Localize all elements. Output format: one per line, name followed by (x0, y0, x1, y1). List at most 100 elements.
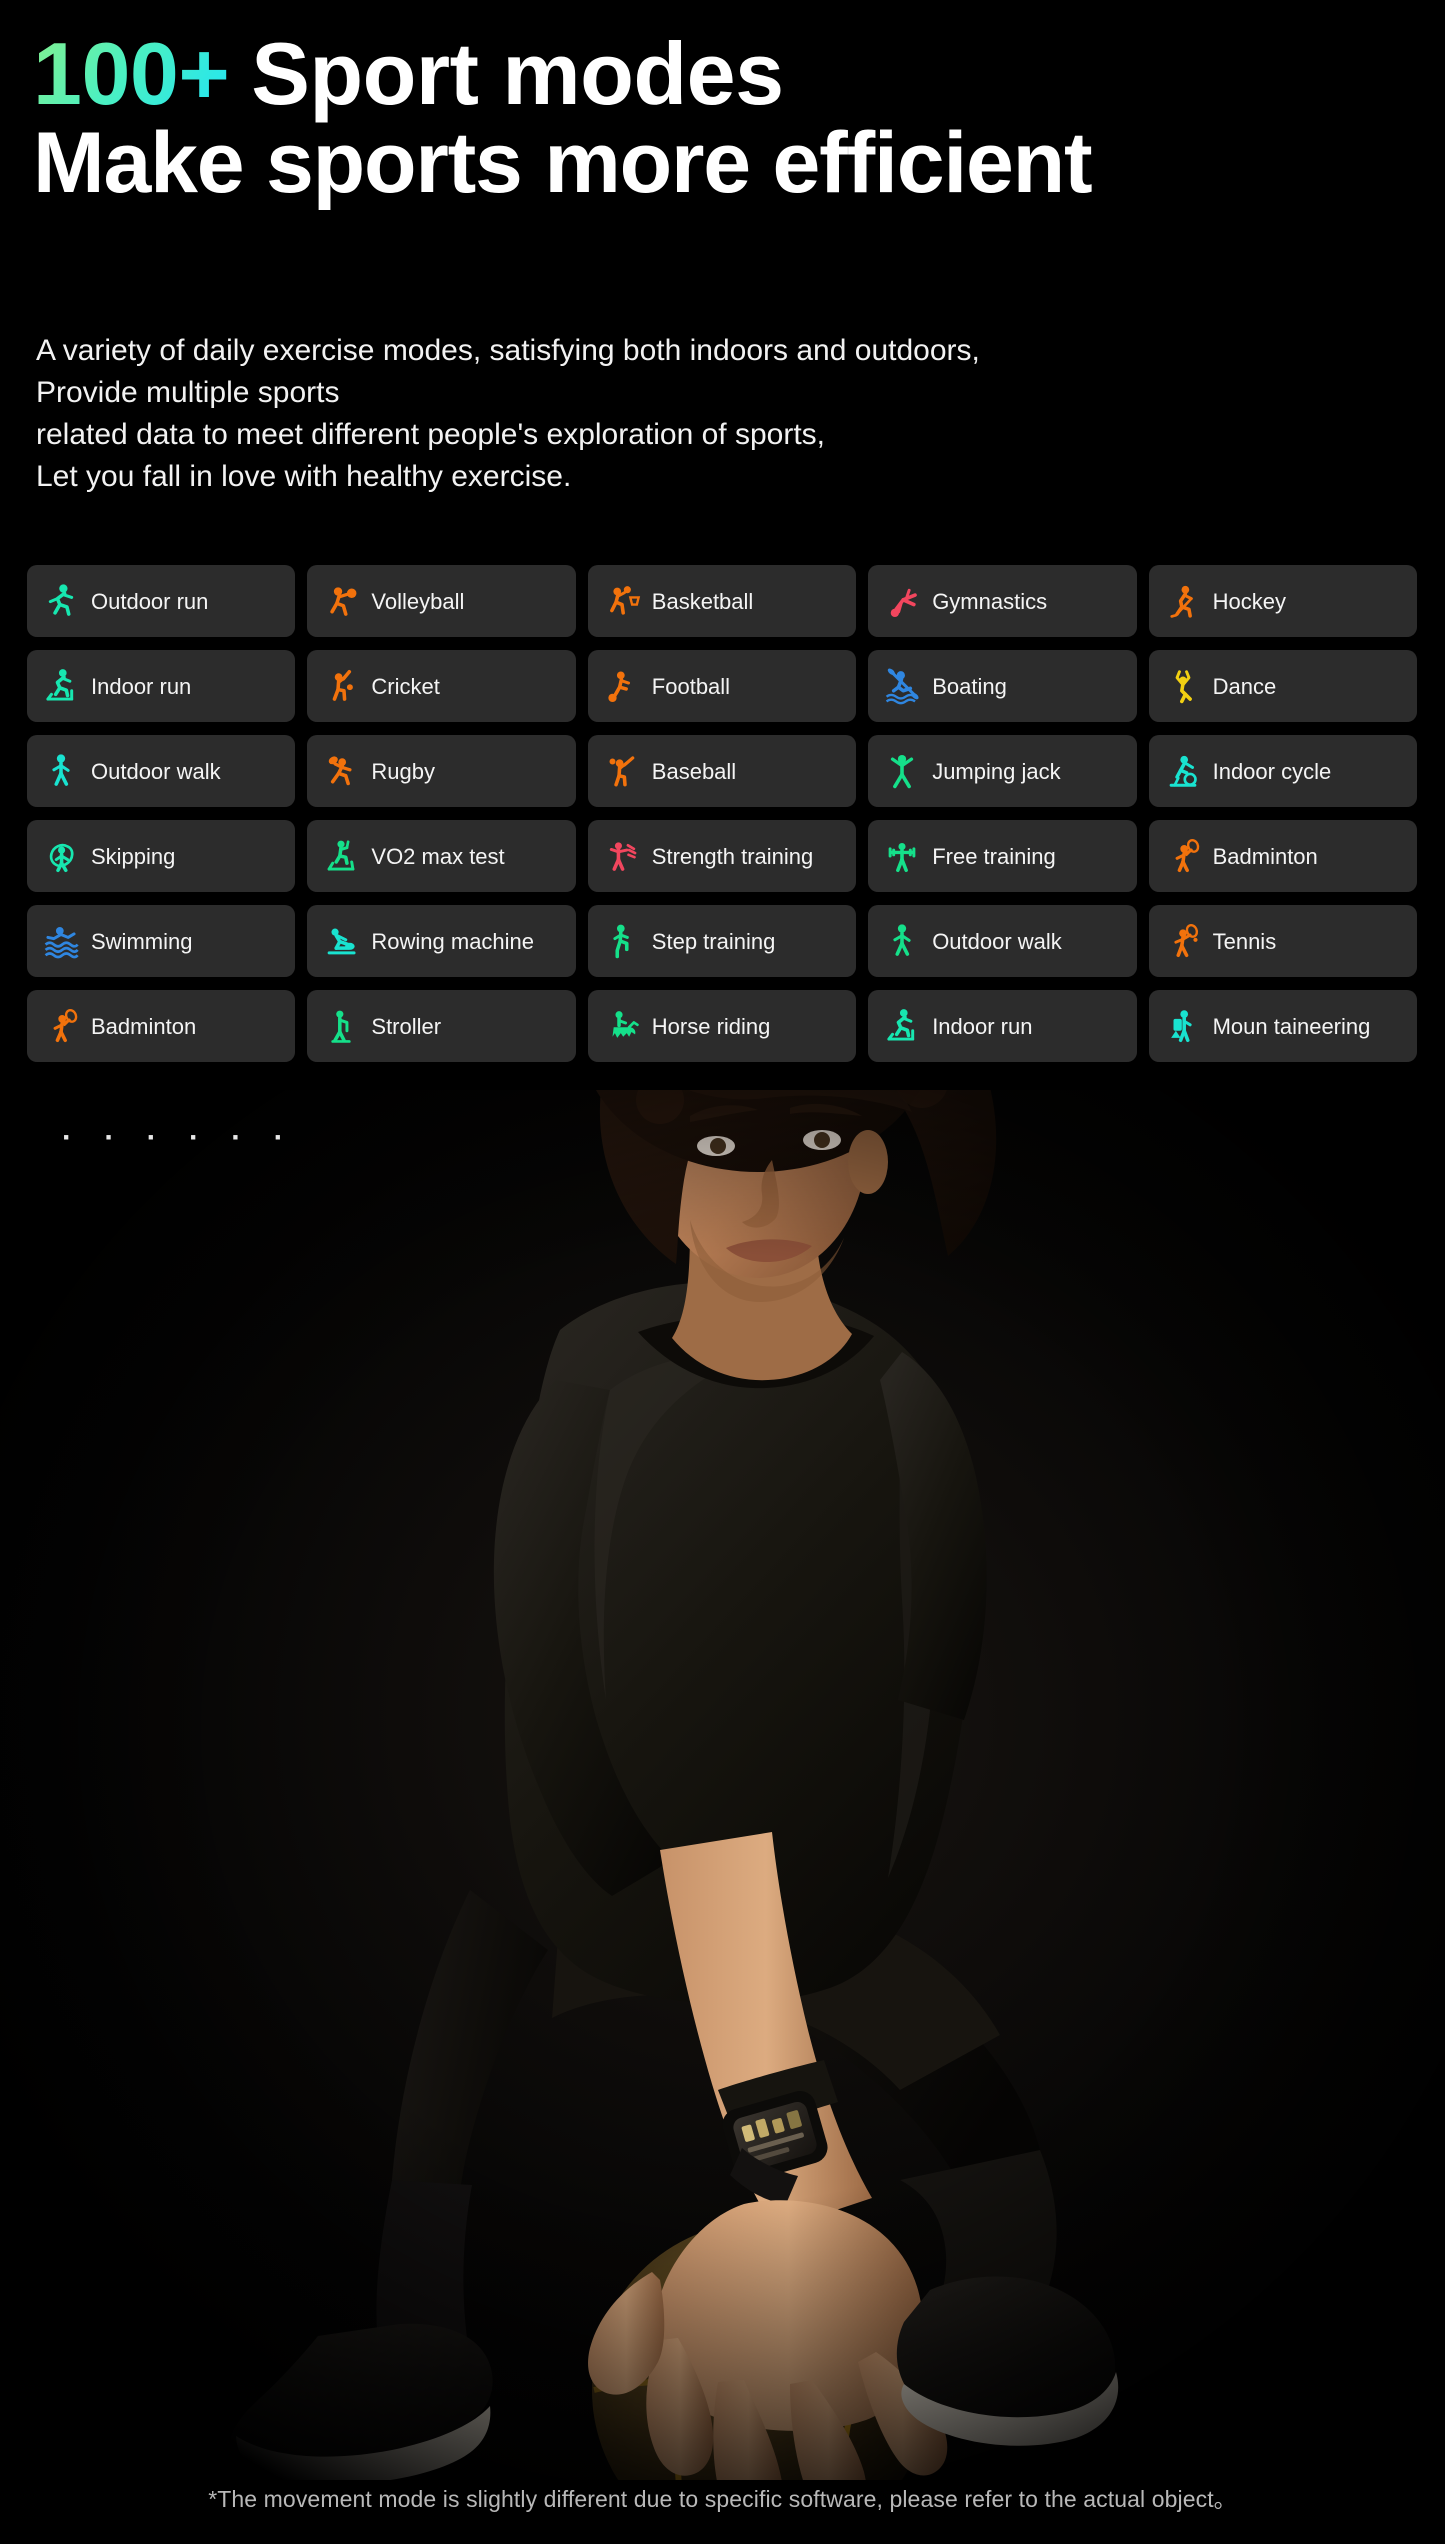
basketball-icon (602, 579, 642, 623)
sport-mode-label: Stroller (371, 1013, 442, 1039)
sport-mode-card[interactable]: Basketball (587, 565, 857, 637)
sport-mode-label: Indoor run (932, 1013, 1033, 1039)
sport-mode-card[interactable]: Indoor run (27, 650, 296, 722)
outdoor-run-icon (41, 579, 81, 623)
sport-mode-card[interactable]: Indoor run (868, 990, 1137, 1062)
page-title-main: Sport modes (251, 24, 784, 123)
rowing-machine-icon (321, 919, 361, 963)
sport-mode-label: Rugby (371, 758, 435, 784)
dance-icon (1163, 664, 1203, 708)
outdoor-walk-icon (882, 919, 922, 963)
cricket-icon (321, 664, 361, 708)
sport-mode-count: 100+ (33, 24, 230, 123)
sport-mode-card[interactable]: VO2 max test (307, 820, 576, 892)
sport-mode-label: Basketball (651, 588, 754, 614)
sport-mode-label: Rowing machine (371, 928, 535, 954)
sport-mode-label: Tennis (1212, 928, 1277, 954)
sport-mode-label: Horse riding (651, 1013, 771, 1039)
sport-mode-card[interactable]: Strength training (587, 820, 857, 892)
sport-mode-card[interactable]: Rowing machine (307, 905, 576, 977)
jumping-jack-icon (882, 749, 922, 793)
sport-mode-label: Outdoor run (91, 588, 209, 614)
sport-mode-label: Indoor run (91, 673, 192, 699)
gymnastics-icon (882, 579, 922, 623)
sport-mode-label: Football (651, 673, 731, 699)
sport-mode-card[interactable]: Dance (1148, 650, 1417, 722)
sport-mode-card[interactable]: Jumping jack (868, 735, 1137, 807)
badminton-icon (1163, 834, 1203, 878)
sport-mode-card[interactable]: Badminton (1148, 820, 1417, 892)
rugby-icon (321, 749, 361, 793)
subtitle-line-3: related data to meet different people's … (36, 418, 825, 451)
volleyball-icon (321, 579, 361, 623)
step-training-icon (602, 919, 642, 963)
free-training-icon (882, 834, 922, 878)
sport-mode-card[interactable]: Stroller (307, 990, 576, 1062)
outdoor-walk-icon (41, 749, 81, 793)
sport-mode-card[interactable]: Volleyball (307, 565, 576, 637)
sport-mode-label: Outdoor walk (932, 928, 1062, 954)
sport-mode-card[interactable]: Horse riding (587, 990, 857, 1062)
subtitle-line-2: Provide multiple sports (36, 376, 340, 409)
sport-mode-card[interactable]: Rugby (307, 735, 576, 807)
sport-mode-label: Moun taineering (1212, 1013, 1371, 1039)
more-modes-indicator: · · · · · · (62, 1121, 296, 1154)
sport-mode-card[interactable]: Football (587, 650, 857, 722)
sport-mode-card[interactable]: Baseball (587, 735, 857, 807)
sport-mode-card[interactable]: Gymnastics (868, 565, 1137, 637)
hero-illustration (0, 1090, 1445, 2480)
page-title-line2: Make sports more efficient (33, 115, 1093, 211)
sport-mode-card[interactable]: Free training (868, 820, 1137, 892)
sport-mode-label: Baseball (651, 758, 737, 784)
indoor-run-icon (882, 1004, 922, 1048)
sport-mode-card[interactable]: Hockey (1148, 565, 1417, 637)
sport-mode-label: Dance (1212, 673, 1277, 699)
sport-mode-label: Badminton (91, 1013, 197, 1039)
sport-mode-label: Cricket (371, 673, 440, 699)
football-icon (602, 664, 642, 708)
sport-mode-label: Volleyball (371, 588, 465, 614)
sport-mode-label: Gymnastics (932, 588, 1048, 614)
indoor-run-icon (41, 664, 81, 708)
baseball-icon (602, 749, 642, 793)
sport-mode-card[interactable]: Indoor cycle (1148, 735, 1417, 807)
indoor-cycle-icon (1163, 749, 1203, 793)
sport-mode-card[interactable]: Boating (868, 650, 1137, 722)
strength-training-icon (602, 834, 642, 878)
sport-mode-card[interactable]: Outdoor run (27, 565, 296, 637)
subtitle-line-1: A variety of daily exercise modes, satis… (36, 334, 980, 367)
sport-modes-grid: Outdoor run Volleyball Basketball Gymnastic… (27, 565, 1417, 1062)
hero-vignette (0, 1090, 1445, 2480)
sport-mode-card[interactable]: Outdoor walk (27, 735, 296, 807)
sport-mode-label: Indoor cycle (1212, 758, 1332, 784)
subtitle-line-4: Let you fall in love with healthy exerci… (36, 460, 572, 493)
swimming-icon (41, 919, 81, 963)
sport-mode-card[interactable]: Swimming (27, 905, 296, 977)
sport-mode-card[interactable]: Cricket (307, 650, 576, 722)
mountaineering-icon (1163, 1004, 1203, 1048)
badminton-icon (41, 1004, 81, 1048)
boating-icon (882, 664, 922, 708)
footer-disclaimer: *The movement mode is slightly different… (208, 2486, 1237, 2512)
sport-mode-label: VO2 max test (371, 843, 505, 869)
sport-mode-card[interactable]: Outdoor walk (868, 905, 1137, 977)
sport-mode-label: Boating (932, 673, 1007, 699)
subtitle-block: A variety of daily exercise modes, satis… (36, 330, 1416, 498)
sport-mode-card[interactable]: Moun taineering (1148, 990, 1417, 1062)
athlete-hero-photo (0, 1090, 1445, 2480)
sport-mode-label: Hockey (1212, 588, 1286, 614)
stroller-icon (321, 1004, 361, 1048)
sport-mode-card[interactable]: Step training (587, 905, 857, 977)
sport-mode-card[interactable]: Skipping (27, 820, 296, 892)
sport-mode-card[interactable]: Tennis (1148, 905, 1417, 977)
sport-mode-label: Swimming (91, 928, 193, 954)
sport-mode-card[interactable]: Badminton (27, 990, 296, 1062)
horse-riding-icon (602, 1004, 642, 1048)
skipping-icon (41, 834, 81, 878)
sport-mode-label: Badminton (1212, 843, 1318, 869)
sport-mode-label: Step training (651, 928, 776, 954)
sport-mode-label: Jumping jack (932, 758, 1061, 784)
sport-mode-label: Outdoor walk (91, 758, 221, 784)
sport-mode-label: Free training (932, 843, 1056, 869)
sport-mode-label: Skipping (91, 843, 176, 869)
